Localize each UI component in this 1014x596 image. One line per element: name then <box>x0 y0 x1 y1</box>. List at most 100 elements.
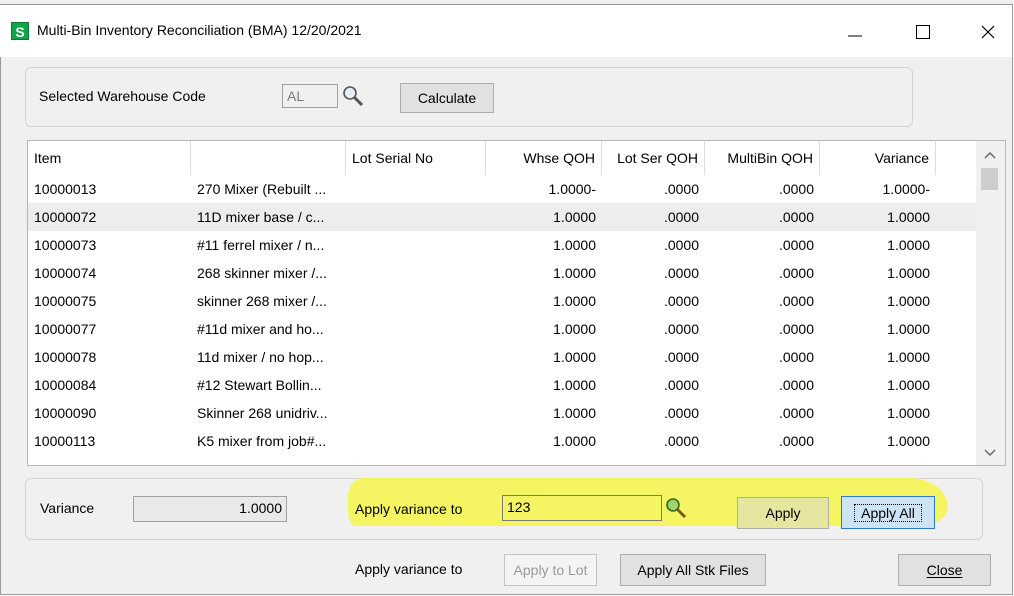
table-row[interactable]: 10000078 11d mixer / no hop... 1.0000 .0000… <box>28 343 976 371</box>
close-button[interactable]: Close <box>898 554 991 586</box>
variance-value-field: 1.0000 <box>133 496 287 522</box>
cell-whse-qoh: 1.0000 <box>553 265 596 281</box>
cell-lot-ser-qoh: .0000 <box>663 181 699 197</box>
cell-whse-qoh: 1.0000 <box>553 377 596 393</box>
minimize-button[interactable] <box>833 12 877 52</box>
cell-lot-ser-qoh: .0000 <box>663 377 699 393</box>
cell-item: 10000113 <box>34 433 96 449</box>
apply-variance-label: Apply variance to <box>355 501 463 517</box>
cell-multibin-qoh: .0000 <box>778 349 814 365</box>
cell-lot-serial <box>346 175 486 203</box>
cell-variance: 1.0000 <box>887 405 930 421</box>
cell-description: 270 Mixer (Rebuilt ... <box>197 181 327 197</box>
apply-variance-lookup-button[interactable] <box>664 496 688 520</box>
cell-item: 10000072 <box>34 209 97 225</box>
cell-lot-serial <box>346 287 486 315</box>
warehouse-lookup-button[interactable] <box>341 84 365 108</box>
scroll-up-icon[interactable] <box>984 151 996 159</box>
scroll-down-icon[interactable] <box>984 449 996 457</box>
cell-variance: 1.0000 <box>887 377 930 393</box>
cell-item: 10000077 <box>34 321 97 337</box>
apply-label: Apply <box>765 505 801 521</box>
cell-lot-ser-qoh: .0000 <box>663 405 699 421</box>
cell-lot-ser-qoh: .0000 <box>663 209 699 225</box>
table-row[interactable]: 10000013 270 Mixer (Rebuilt ... 1.0000- .00… <box>28 175 976 203</box>
cell-description: #11d mixer and ho... <box>197 321 324 337</box>
cell-lot-serial <box>346 231 486 259</box>
table-row[interactable]: 10000074 268 skinner mixer /... 1.0000 .000… <box>28 259 976 287</box>
cell-variance: 1.0000 <box>887 237 930 253</box>
col-header-lot-ser-qoh[interactable]: Lot Ser QOH <box>602 141 705 175</box>
col-header-multibin-qoh[interactable]: MultiBin QOH <box>705 141 820 175</box>
warehouse-label: Selected Warehouse Code <box>39 88 206 104</box>
apply-to-lot-button[interactable]: Apply to Lot <box>504 554 597 586</box>
cell-lot-ser-qoh: .0000 <box>663 321 699 337</box>
inventory-grid[interactable]: Item Lot Serial No Whse QOH Lot Ser QOH … <box>27 140 1006 466</box>
col-header-lot-serial[interactable]: Lot Serial No <box>346 141 486 175</box>
cell-lot-serial <box>346 343 486 371</box>
cell-multibin-qoh: .0000 <box>778 293 814 309</box>
cell-lot-serial <box>346 427 486 455</box>
cell-item: 10000075 <box>34 293 97 309</box>
apply-all-stk-files-button[interactable]: Apply All Stk Files <box>620 554 766 586</box>
cell-item: 10000084 <box>34 377 97 393</box>
cell-whse-qoh: 1.0000 <box>553 321 596 337</box>
table-row[interactable]: 10000084 #12 Stewart Bollin... 1.0000 .0000… <box>28 371 976 399</box>
cell-multibin-qoh: .0000 <box>778 377 814 393</box>
cell-item: 10000073 <box>34 237 97 253</box>
apply-all-label: Apply All <box>854 503 922 522</box>
cell-description: 11D mixer base / c... <box>197 209 325 225</box>
cell-variance: 1.0000 <box>887 349 930 365</box>
cell-item: 10000078 <box>34 349 97 365</box>
cell-whse-qoh: 1.0000 <box>553 293 596 309</box>
window-title: Multi-Bin Inventory Reconciliation (BMA)… <box>37 22 362 38</box>
table-row[interactable]: 10000113 K5 mixer from job#... 1.0000 .0000… <box>28 427 976 455</box>
apply-all-button[interactable]: Apply All <box>841 496 935 529</box>
apply-button[interactable]: Apply <box>737 497 829 529</box>
cell-item: 10000013 <box>34 181 97 197</box>
apply-variance-input[interactable]: 123 <box>502 495 662 521</box>
cell-multibin-qoh: .0000 <box>778 321 814 337</box>
cell-description: skinner 268 mixer /... <box>197 293 327 309</box>
close-label: Close <box>926 562 963 578</box>
table-row[interactable]: 10000072 11D mixer base / c... 1.0000 .0000… <box>28 203 976 231</box>
table-row[interactable]: 10000075 skinner 268 mixer /... 1.0000 .000… <box>28 287 976 315</box>
cell-variance: 1.0000 <box>887 321 930 337</box>
cell-lot-ser-qoh: .0000 <box>663 237 699 253</box>
cell-whse-qoh: 1.0000 <box>553 433 596 449</box>
calculate-button[interactable]: Calculate <box>400 83 494 113</box>
grid-scrollbar[interactable] <box>976 141 1005 465</box>
cell-lot-serial <box>346 371 486 399</box>
table-row[interactable]: 10000073 #11 ferrel mixer / n... 1.0000 .00… <box>28 231 976 259</box>
cell-multibin-qoh: .0000 <box>778 237 814 253</box>
col-header-variance[interactable]: Variance <box>820 141 936 175</box>
magnifier-icon <box>343 86 364 107</box>
cell-item: 10000074 <box>34 265 97 281</box>
close-window-button[interactable] <box>966 12 1010 52</box>
cell-description: K5 mixer from job#... <box>197 433 327 449</box>
cell-multibin-qoh: .0000 <box>778 265 814 281</box>
warehouse-code-field[interactable]: AL <box>282 84 338 108</box>
cell-whse-qoh: 1.0000 <box>553 349 596 365</box>
close-icon <box>981 25 995 39</box>
cell-lot-ser-qoh: .0000 <box>663 265 699 281</box>
col-header-description[interactable] <box>191 141 346 175</box>
maximize-button[interactable] <box>901 12 945 52</box>
scrollbar-thumb[interactable] <box>981 168 998 190</box>
table-row[interactable]: 10000077 #11d mixer and ho... 1.0000 .0000.… <box>28 315 976 343</box>
col-header-item[interactable]: Item <box>28 141 191 175</box>
cell-description: Skinner 268 unidriv... <box>197 405 328 421</box>
cell-description: 268 skinner mixer /... <box>197 265 327 281</box>
cell-variance: 1.0000 <box>887 209 930 225</box>
cell-item: 10000090 <box>34 405 97 421</box>
cell-lot-serial <box>346 259 486 287</box>
cell-lot-serial <box>346 399 486 427</box>
table-row[interactable]: 10000090 Skinner 268 unidriv... 1.0000 .000… <box>28 399 976 427</box>
cell-multibin-qoh: .0000 <box>778 433 814 449</box>
grid-header: Item Lot Serial No Whse QOH Lot Ser QOH … <box>28 141 976 175</box>
cell-variance: 1.0000 <box>887 433 930 449</box>
col-header-whse-qoh[interactable]: Whse QOH <box>486 141 602 175</box>
cell-variance: 1.0000 <box>887 265 930 281</box>
apply-to-lot-label: Apply to Lot <box>513 562 588 578</box>
minimize-icon <box>848 35 862 37</box>
